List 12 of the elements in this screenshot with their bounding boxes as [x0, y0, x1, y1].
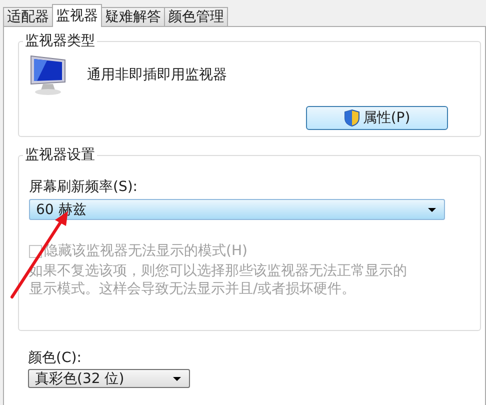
group-title: 监视器类型 — [23, 32, 97, 50]
tab[interactable]: 监视器 — [52, 4, 102, 27]
shield-icon — [344, 109, 360, 127]
tab[interactable]: 适配器 — [3, 7, 53, 26]
field-label: 颜色(C): — [28, 350, 82, 366]
tab[interactable]: 疑难解答 — [101, 7, 165, 26]
monitor-name: 通用非即插即用监视器 — [87, 66, 227, 84]
field-label: 屏幕刷新频率(S): — [29, 179, 138, 195]
properties-button[interactable]: 属性(P) — [306, 106, 448, 130]
color-dropdown[interactable]: 真彩色(32 位) — [28, 369, 190, 388]
group-title: 监视器设置 — [23, 146, 97, 164]
tab[interactable]: 颜色管理 — [164, 7, 228, 26]
